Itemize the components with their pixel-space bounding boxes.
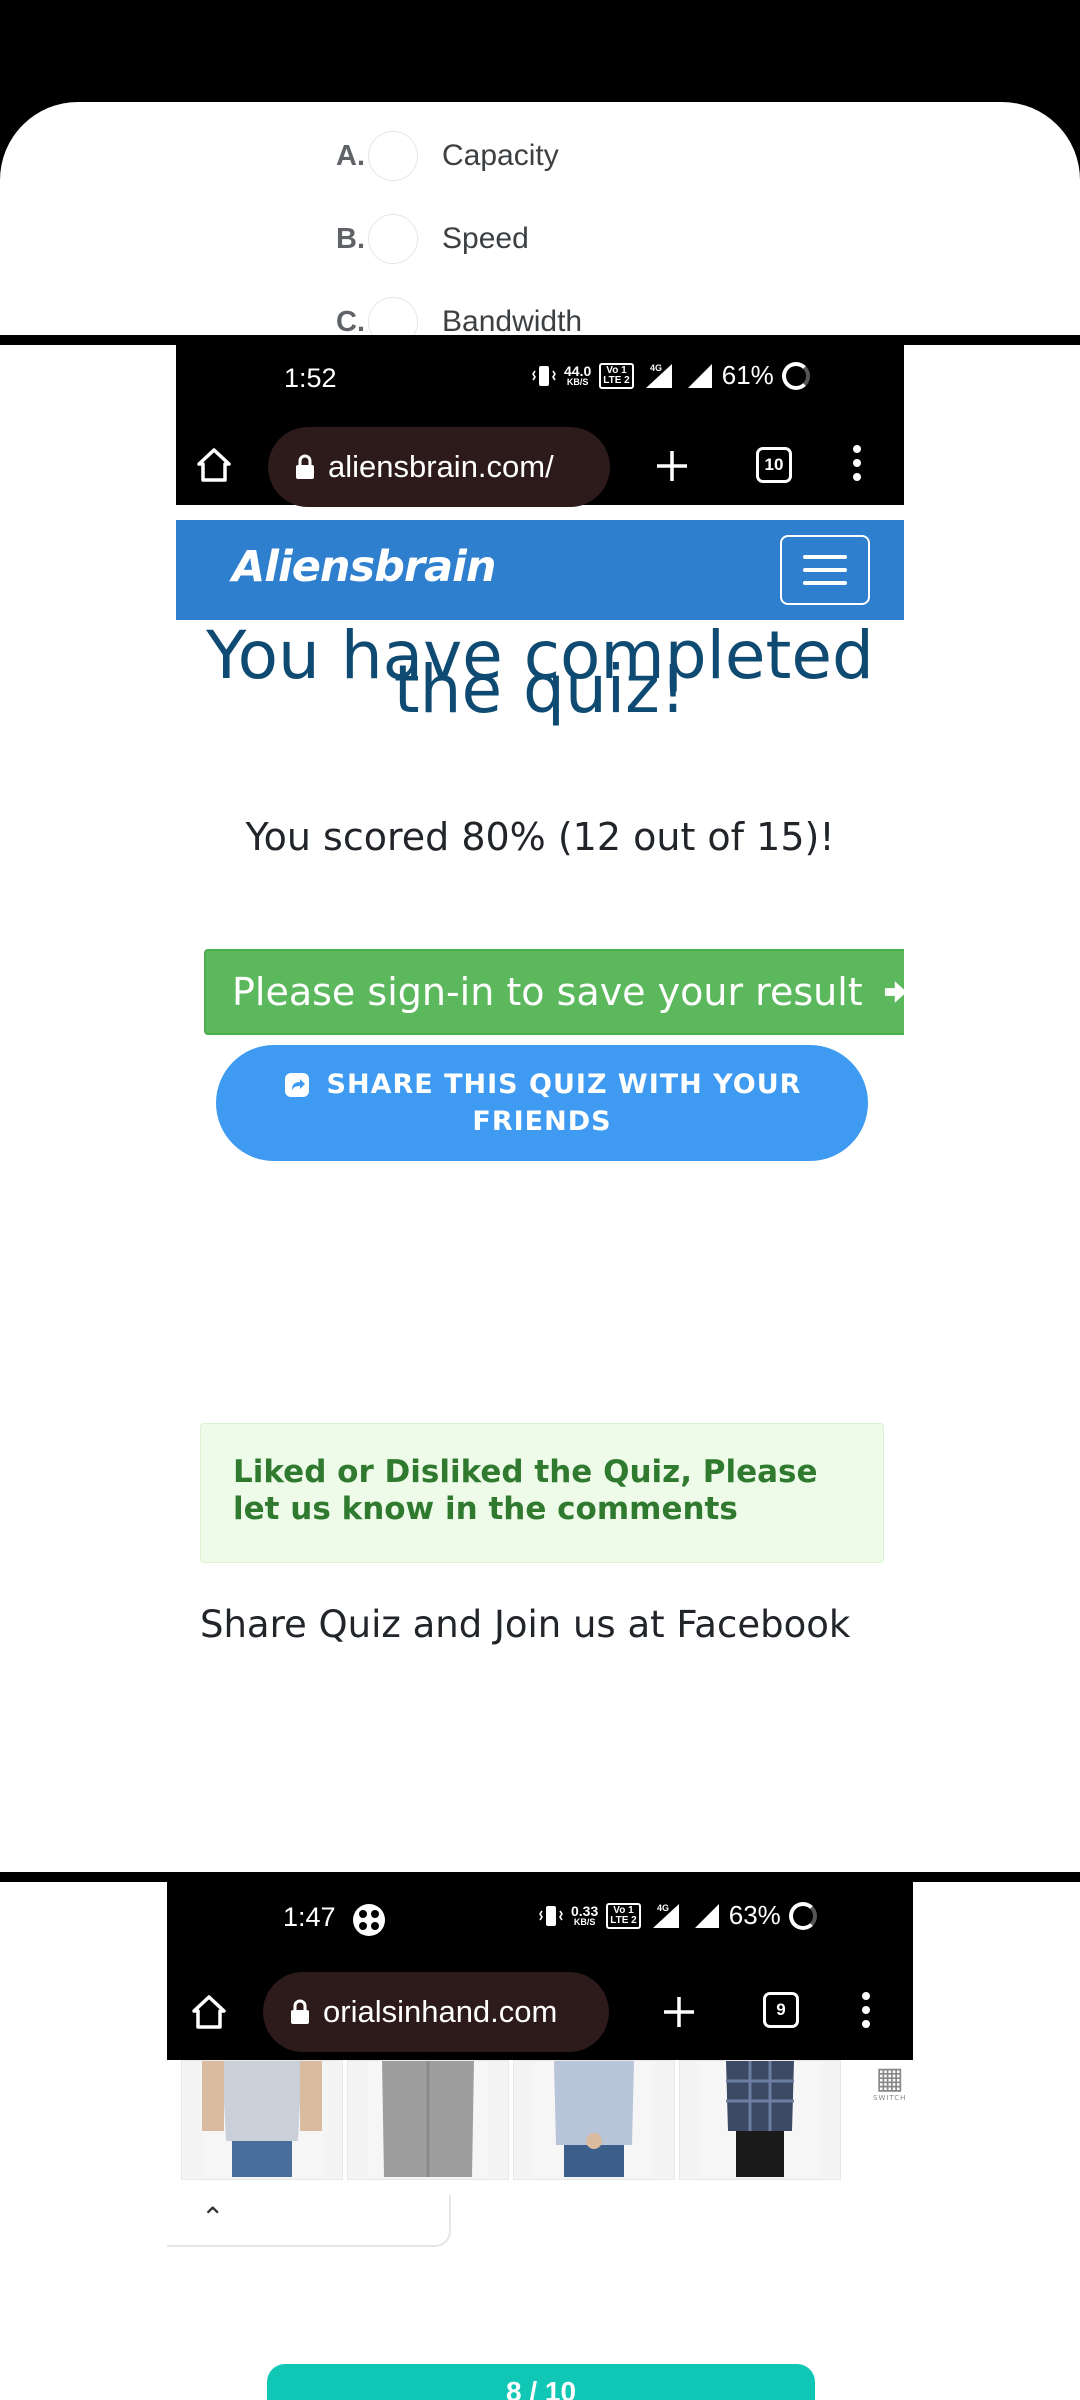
switch-logo-text: SWITCH: [873, 2094, 907, 2102]
home-icon[interactable]: [194, 445, 234, 485]
signal-4g-icon: 4G: [652, 1903, 679, 1928]
status-time: 1:47: [283, 1902, 336, 1932]
option-a-text: Capacity: [442, 139, 559, 172]
browser-toolbar: aliensbrain.com/ 10: [176, 415, 904, 507]
more-menu-icon[interactable]: [852, 445, 862, 481]
battery-percent: 63%: [728, 1900, 781, 1930]
network-speed: 44.0 KB/S: [564, 363, 592, 387]
separator: [0, 335, 1080, 345]
shirt-product-image: [534, 2061, 654, 2177]
shirt-product-image: [202, 2061, 322, 2177]
lock-icon: [296, 454, 314, 479]
product-card[interactable]: [679, 2060, 841, 2180]
option-a[interactable]: A. Capacity: [336, 126, 559, 186]
signin-save-button[interactable]: Please sign-in to save your result: [204, 949, 904, 1035]
product-carousel: [167, 2060, 913, 2182]
battery-icon: [788, 1901, 817, 1930]
tab-switcher[interactable]: 9: [763, 1992, 799, 2028]
signal-icon: [694, 1903, 719, 1928]
facebook-join-text: Share Quiz and Join us at Facebook: [200, 1603, 851, 1646]
battery-percent: 61%: [721, 360, 774, 390]
volte-badge: Vo 1 LTE 2: [606, 1902, 641, 1929]
home-icon[interactable]: [189, 1992, 229, 2032]
url-text: aliensbrain.com/: [328, 449, 554, 484]
battery-icon: [781, 361, 810, 390]
address-bar[interactable]: orialsinhand.com: [263, 1972, 609, 2052]
svg-text:4G: 4G: [657, 1903, 669, 1913]
signin-label: Please sign-in to save your result: [232, 970, 863, 1014]
option-b-letter: B.: [336, 222, 365, 255]
chevron-up-icon: ⌃: [201, 2201, 225, 2234]
option-a-letter: A.: [336, 139, 365, 172]
notification-app-icon: [353, 1904, 385, 1936]
shop-screenshot: 1:47 0.33 KB/S Vo 1 LTE 2 4G 63% orialsinh…: [167, 1882, 913, 2400]
scroll-up-button[interactable]: ⌃: [167, 2195, 451, 2247]
vibrate-icon: [539, 1905, 563, 1926]
signal-icon: [687, 363, 712, 388]
shirt-product-image: [700, 2061, 820, 2177]
vibrate-icon: [532, 365, 556, 386]
site-brand[interactable]: Aliensbrain: [232, 542, 496, 592]
address-bar[interactable]: aliensbrain.com/: [268, 427, 610, 507]
status-icons: 0.33 KB/S Vo 1 LTE 2 4G 63%: [539, 1900, 817, 1931]
signal-4g-icon: 4G: [645, 363, 672, 388]
sign-in-icon: [884, 981, 904, 1003]
option-a-radio[interactable]: [368, 131, 418, 181]
quiz-options-card: A. Capacity B. Speed C. Bandwidth: [0, 102, 1080, 347]
product-card[interactable]: [181, 2060, 343, 2180]
volte-badge: Vo 1 LTE 2: [599, 362, 634, 389]
switch-logo: ▦ SWITCH: [873, 2061, 907, 2103]
quiz-result-screenshot: 1:52 44.0 KB/S Vo 1 LTE 2 4G 61% aliensbra…: [176, 345, 904, 1875]
shirt-product-image: [368, 2061, 488, 2177]
share-icon: [284, 1072, 309, 1097]
feedback-alert: Liked or Disliked the Quiz, Please let u…: [200, 1423, 884, 1563]
more-menu-icon[interactable]: [861, 1992, 871, 2028]
product-card[interactable]: [513, 2060, 675, 2180]
pagination-indicator[interactable]: 8 / 10: [267, 2364, 815, 2400]
new-tab-icon[interactable]: [661, 1994, 697, 2030]
separator: [0, 1872, 1080, 1882]
option-b-text: Speed: [442, 222, 529, 255]
url-text: orialsinhand.com: [323, 1994, 558, 2029]
network-speed: 0.33 KB/S: [571, 1903, 599, 1927]
option-c-letter: C.: [336, 305, 365, 338]
new-tab-icon[interactable]: [654, 448, 690, 484]
lock-icon: [291, 1999, 309, 2024]
site-navbar: Aliensbrain: [176, 520, 904, 620]
share-quiz-button[interactable]: SHARE THIS QUIZ WITH YOUR FRIENDS: [216, 1045, 868, 1161]
share-label-line2: FRIENDS: [472, 1106, 612, 1137]
tab-switcher[interactable]: 10: [756, 447, 792, 483]
status-time: 1:52: [284, 363, 337, 393]
option-c-text: Bandwidth: [442, 305, 583, 338]
status-icons: 44.0 KB/S Vo 1 LTE 2 4G 61%: [532, 360, 810, 391]
share-label-line1: SHARE THIS QUIZ WITH YOUR: [326, 1069, 802, 1100]
option-b[interactable]: B. Speed: [336, 209, 529, 269]
option-b-radio[interactable]: [368, 214, 418, 264]
hamburger-menu-button[interactable]: [780, 535, 870, 605]
switch-logo-glyph: ▦: [875, 2061, 904, 2096]
status-bar: 1:47 0.33 KB/S Vo 1 LTE 2 4G 63%: [167, 1882, 913, 1956]
completion-heading: You have completed the quiz!: [206, 623, 874, 723]
product-card[interactable]: [347, 2060, 509, 2180]
status-bar: 1:52 44.0 KB/S Vo 1 LTE 2 4G 61%: [176, 345, 904, 415]
score-text: You scored 80% (12 out of 15)!: [245, 815, 835, 859]
svg-text:4G: 4G: [650, 363, 662, 373]
browser-toolbar: orialsinhand.com 9: [167, 1956, 913, 2060]
